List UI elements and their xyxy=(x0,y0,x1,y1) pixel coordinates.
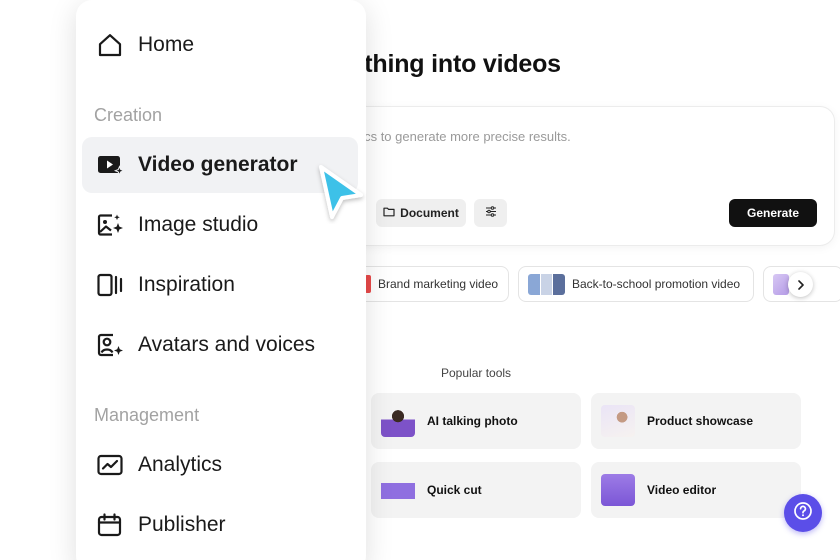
template-chip-label: Brand marketing video xyxy=(378,277,499,291)
sidebar-item-label: Avatars and voices xyxy=(138,333,316,356)
sliders-icon xyxy=(485,206,497,220)
document-button-label: Document xyxy=(400,206,459,220)
sidebar-item-label: Home xyxy=(138,33,195,56)
template-thumbnail xyxy=(528,274,565,295)
tool-thumbnail xyxy=(381,405,415,437)
tool-thumbnail xyxy=(381,474,415,506)
tool-label: Video editor xyxy=(647,483,717,497)
template-thumbnail xyxy=(773,274,789,295)
tool-label: Quick cut xyxy=(427,483,482,497)
tool-product-showcase[interactable]: Product showcase xyxy=(591,393,801,449)
chevron-right-icon xyxy=(797,277,805,293)
image-sparkle-icon xyxy=(96,211,124,239)
sidebar-item-label: Inspiration xyxy=(138,273,235,296)
sidebar-item-home[interactable]: Home xyxy=(82,17,358,73)
avatar-sparkle-icon xyxy=(96,331,124,359)
tool-label: AI talking photo xyxy=(427,414,518,428)
prompt-card: a, or docs to generate more precise resu… xyxy=(300,107,834,245)
sidebar-item-label: Analytics xyxy=(138,453,223,476)
sidebar-item-label: Publisher xyxy=(138,513,226,536)
sidebar-item-publisher[interactable]: Publisher xyxy=(82,497,358,553)
tool-ai-talking-photo[interactable]: AI talking photo xyxy=(371,393,581,449)
mouse-cursor-icon xyxy=(313,160,367,224)
document-button[interactable]: Document xyxy=(376,199,466,227)
sidebar-item-analytics[interactable]: Analytics xyxy=(82,437,358,493)
settings-button[interactable] xyxy=(474,199,507,227)
calendar-icon xyxy=(96,511,124,539)
template-chip-label: Back-to-school promotion video xyxy=(572,277,741,291)
tool-thumbnail xyxy=(601,405,635,437)
sidebar-item-label: Image studio xyxy=(138,213,259,236)
carousel-next-button[interactable] xyxy=(788,272,813,297)
inspiration-icon xyxy=(96,271,124,299)
tool-quick-cut[interactable]: Quick cut xyxy=(371,462,581,518)
sidebar-item-label: Video generator xyxy=(138,153,298,176)
question-mark-icon xyxy=(793,501,813,526)
tool-video-editor[interactable]: Video editor xyxy=(591,462,801,518)
help-button[interactable] xyxy=(784,494,822,532)
template-chip[interactable]: Back-to-school promotion video xyxy=(518,266,754,302)
popular-tools-title: Popular tools xyxy=(441,366,512,380)
video-sparkle-icon xyxy=(96,151,124,179)
section-label-creation: Creation xyxy=(94,105,163,125)
generate-button[interactable]: Generate xyxy=(729,199,817,227)
sidebar-item-avatars-and-voices[interactable]: Avatars and voices xyxy=(82,317,358,373)
analytics-icon xyxy=(96,451,124,479)
tool-thumbnail xyxy=(601,474,635,506)
sidebar: Home Creation Video generator Image stud… xyxy=(76,0,366,560)
folder-icon xyxy=(383,206,395,220)
home-icon xyxy=(96,31,124,59)
section-label-management: Management xyxy=(94,405,200,425)
sidebar-item-inspiration[interactable]: Inspiration xyxy=(82,257,358,313)
tool-label: Product showcase xyxy=(647,414,754,428)
